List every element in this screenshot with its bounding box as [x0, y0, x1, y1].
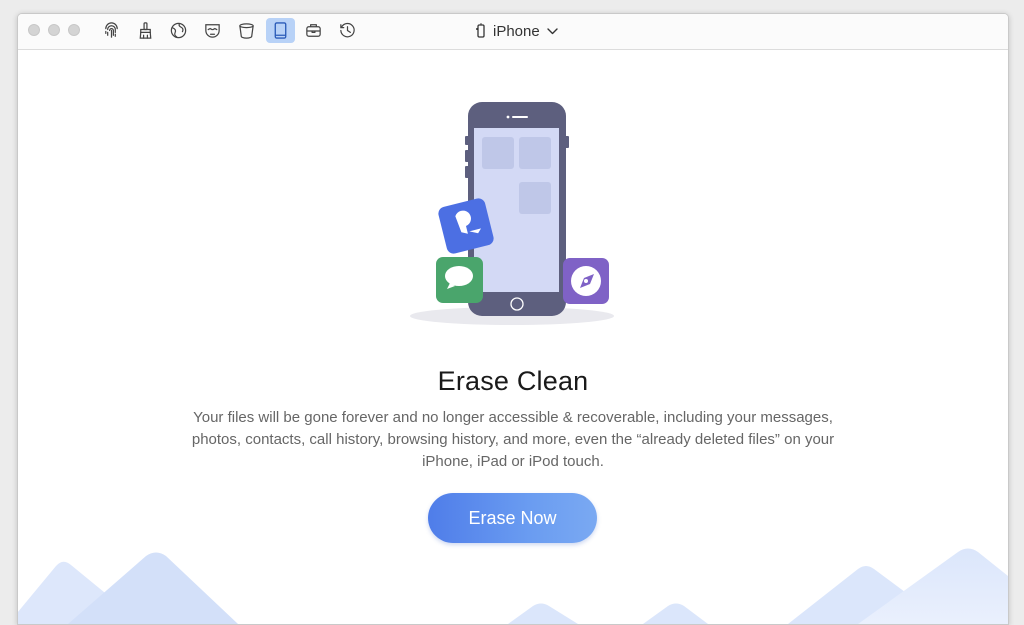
- minimize-window-button[interactable]: [48, 24, 60, 36]
- erase-now-button[interactable]: Erase Now: [428, 493, 597, 543]
- phone-illustration: [410, 102, 614, 325]
- privacy-mask-icon[interactable]: [198, 18, 227, 43]
- device-selector[interactable]: iPhone: [476, 20, 558, 42]
- history-icon[interactable]: [333, 18, 362, 43]
- cleaner-brush-icon[interactable]: [131, 18, 160, 43]
- tablet-icon[interactable]: [266, 18, 295, 43]
- toolbox-icon[interactable]: [299, 18, 328, 43]
- safari-app-icon: [563, 258, 609, 304]
- fingerprint-icon[interactable]: [97, 18, 126, 43]
- device-name: iPhone: [493, 22, 540, 40]
- phone-icon: [476, 23, 485, 38]
- page-description: Your files will be gone forever and no l…: [191, 409, 835, 470]
- app-window: iPhone Erase Clean Your files will be go…: [17, 13, 1009, 625]
- title-bar: iPhone: [18, 14, 1008, 50]
- close-window-button[interactable]: [28, 24, 40, 36]
- zoom-window-button[interactable]: [68, 24, 80, 36]
- globe-icon[interactable]: [164, 18, 193, 43]
- trash-bin-icon[interactable]: [232, 18, 261, 43]
- messages-app-icon: [436, 257, 483, 303]
- main-content: Erase Clean Your files will be gone fore…: [18, 50, 1008, 624]
- chevron-down-icon: [547, 27, 558, 34]
- page-title: Erase Clean: [437, 366, 589, 396]
